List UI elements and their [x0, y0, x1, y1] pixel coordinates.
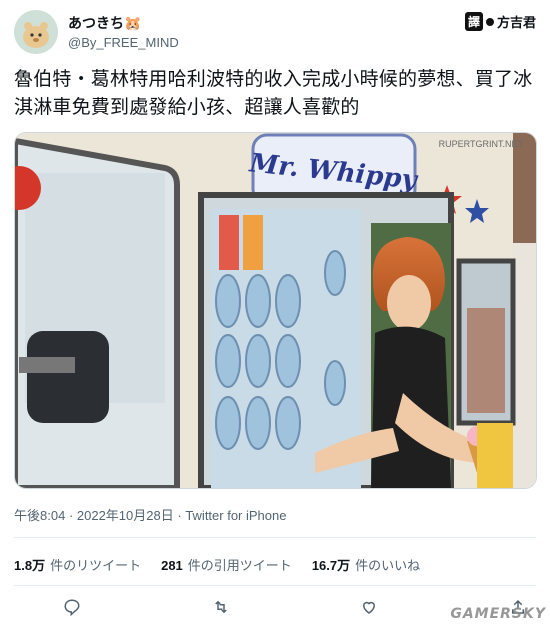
tweet-time[interactable]: 午後8:04 [14, 508, 65, 523]
meta-separator: · [68, 508, 77, 523]
retweet-stat[interactable]: 1.8万 件のリツイート [14, 555, 141, 574]
translator-name: 方吉君 [496, 15, 536, 30]
user-handle[interactable]: @By_FREE_MIND [68, 35, 179, 50]
ice-cream-van-image: Mr. Whippy RUPERTGRINT.NET [15, 133, 536, 488]
retweet-button[interactable] [209, 595, 233, 619]
tweet-text: 魯伯特・葛林特用哈利波特的收入完成小時候的夢想、買了冰淇淋車免費到處發給小孩、超… [14, 69, 533, 118]
quote-count: 281 [161, 558, 183, 573]
reply-button[interactable] [60, 595, 84, 619]
quote-label: 件の引用ツイート [187, 558, 292, 573]
like-count: 16.7万 [311, 558, 351, 573]
tweet-header: あつきち🐹 @By_FREE_MIND 譯 方吉君 [14, 8, 536, 58]
retweet-count: 1.8万 [14, 558, 46, 573]
retweet-label: 件のリツイート [50, 558, 142, 573]
site-watermark: GAMERSKY [450, 606, 546, 622]
divider-top [14, 537, 536, 538]
retweet-icon [214, 600, 227, 614]
reply-icon [64, 599, 80, 616]
like-stat[interactable]: 16.7万 件のいいね [312, 555, 420, 574]
quote-stat[interactable]: 281 件の引用ツイート [161, 555, 292, 574]
tweet-photo[interactable]: Mr. Whippy RUPERTGRINT.NET [14, 132, 537, 489]
heart-icon [363, 601, 376, 614]
translator-badge: 譯 方吉君 [464, 12, 536, 31]
display-name[interactable]: あつきち🐹 [68, 13, 141, 33]
badge-dot-icon [484, 16, 495, 27]
hamster-emoji-icon: 🐹 [124, 15, 142, 31]
tweet-stats: 1.8万 件のリツイート 281 件の引用ツイート 16.7万 件のいいね [14, 555, 420, 574]
display-name-text: あつきち [68, 15, 124, 31]
translator-prefix: 譯 [464, 12, 483, 31]
like-label: 件のいいね [355, 558, 421, 573]
tweet-date[interactable]: 2022年10月28日 [77, 508, 174, 523]
photo-credit: RUPERTGRINT.NET [439, 139, 524, 149]
tweet-meta: 午後8:04 · 2022年10月28日 · Twitter for iPhon… [14, 505, 286, 524]
tweet-source[interactable]: Twitter for iPhone [185, 508, 286, 523]
divider-bottom [14, 585, 536, 586]
like-button[interactable] [357, 595, 381, 619]
avatar[interactable] [14, 10, 58, 54]
